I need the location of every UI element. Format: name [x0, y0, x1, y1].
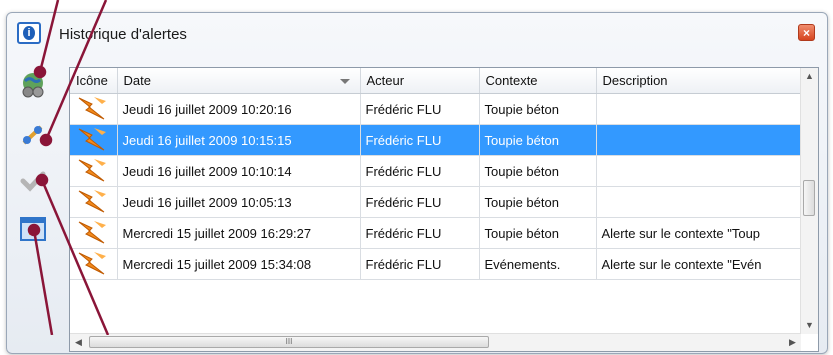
- table-row[interactable]: Mercredi 15 juillet 2009 15:34:08 Frédér…: [70, 248, 802, 280]
- link-edit-button[interactable]: [19, 121, 47, 149]
- globe-settings-icon: [22, 73, 44, 98]
- row-date: Jeudi 16 juillet 2009 10:20:16: [117, 93, 361, 125]
- row-date: Jeudi 16 juillet 2009 10:05:13: [117, 186, 361, 218]
- row-actor: Frédéric FLU: [360, 93, 480, 125]
- row-context: Toupie béton: [479, 186, 597, 218]
- globe-settings-button[interactable]: [19, 71, 47, 99]
- alert-icon: [70, 186, 118, 218]
- scroll-up-icon[interactable]: ▲: [801, 68, 818, 85]
- link-edit-icon: [22, 125, 43, 145]
- column-header-icon[interactable]: Icône: [70, 68, 118, 94]
- row-description: Alerte sur le contexte "Evén: [596, 248, 802, 280]
- row-description: Alerte sur le contexte "Toup: [596, 217, 802, 249]
- scroll-right-icon[interactable]: ▶: [784, 334, 801, 351]
- row-actor: Frédéric FLU: [360, 155, 480, 187]
- row-date: Mercredi 15 juillet 2009 16:29:27: [117, 217, 361, 249]
- close-button[interactable]: ×: [798, 24, 815, 41]
- column-header-actor[interactable]: Acteur: [360, 68, 480, 94]
- info-window-icon: i: [17, 22, 41, 44]
- row-description: [596, 93, 802, 125]
- scroll-left-icon[interactable]: ◀: [70, 334, 87, 351]
- vertical-scroll-thumb[interactable]: [803, 180, 815, 216]
- alerts-grid[interactable]: Icône Date Acteur Contexte Description J…: [69, 67, 819, 352]
- row-date: Jeudi 16 juillet 2009 10:10:14: [117, 155, 361, 187]
- vertical-scrollbar[interactable]: ▲ ▼: [800, 68, 818, 334]
- row-context: Toupie béton: [479, 217, 597, 249]
- alert-icon: [70, 217, 118, 249]
- horizontal-scrollbar[interactable]: ◀ III ▶: [70, 333, 801, 351]
- row-actor: Frédéric FLU: [360, 248, 480, 280]
- table-row-selected[interactable]: Jeudi 16 juillet 2009 10:15:15 Frédéric …: [70, 124, 802, 156]
- row-date: Mercredi 15 juillet 2009 15:34:08: [117, 248, 361, 280]
- alert-icon: [70, 93, 118, 125]
- table-row[interactable]: Jeudi 16 juillet 2009 10:05:13 Frédéric …: [70, 186, 802, 218]
- scroll-down-icon[interactable]: ▼: [801, 317, 818, 334]
- check-icon: [20, 171, 46, 192]
- horizontal-scroll-thumb[interactable]: III: [89, 336, 489, 348]
- column-header-date[interactable]: Date: [117, 68, 361, 94]
- window-title: Historique d'alertes: [59, 26, 187, 43]
- title-bar: i Historique d'alertes ×: [7, 13, 827, 55]
- table-row[interactable]: Jeudi 16 juillet 2009 10:20:16 Frédéric …: [70, 93, 802, 125]
- alert-icon: [70, 248, 118, 280]
- row-description: [596, 155, 802, 187]
- row-context: Toupie béton: [479, 124, 597, 156]
- window-plus-icon: [20, 217, 46, 241]
- alert-icon: [70, 124, 118, 156]
- table-row[interactable]: Mercredi 15 juillet 2009 16:29:27 Frédér…: [70, 217, 802, 249]
- column-header-context[interactable]: Contexte: [479, 68, 597, 94]
- new-window-button[interactable]: [19, 215, 47, 243]
- check-button[interactable]: [19, 167, 47, 195]
- table-row[interactable]: Jeudi 16 juillet 2009 10:10:14 Frédéric …: [70, 155, 802, 187]
- row-date: Jeudi 16 juillet 2009 10:15:15: [117, 124, 361, 156]
- row-description: [596, 124, 802, 156]
- alert-icon: [70, 155, 118, 187]
- row-actor: Frédéric FLU: [360, 124, 480, 156]
- column-header-description[interactable]: Description: [596, 68, 802, 94]
- row-description: [596, 186, 802, 218]
- side-toolbar: [7, 55, 57, 355]
- row-actor: Frédéric FLU: [360, 217, 480, 249]
- row-actor: Frédéric FLU: [360, 186, 480, 218]
- row-context: Toupie béton: [479, 155, 597, 187]
- alert-history-window: i Historique d'alertes × Icône Date Acte…: [6, 12, 828, 354]
- row-context: Toupie béton: [479, 93, 597, 125]
- row-context: Evénements.: [479, 248, 597, 280]
